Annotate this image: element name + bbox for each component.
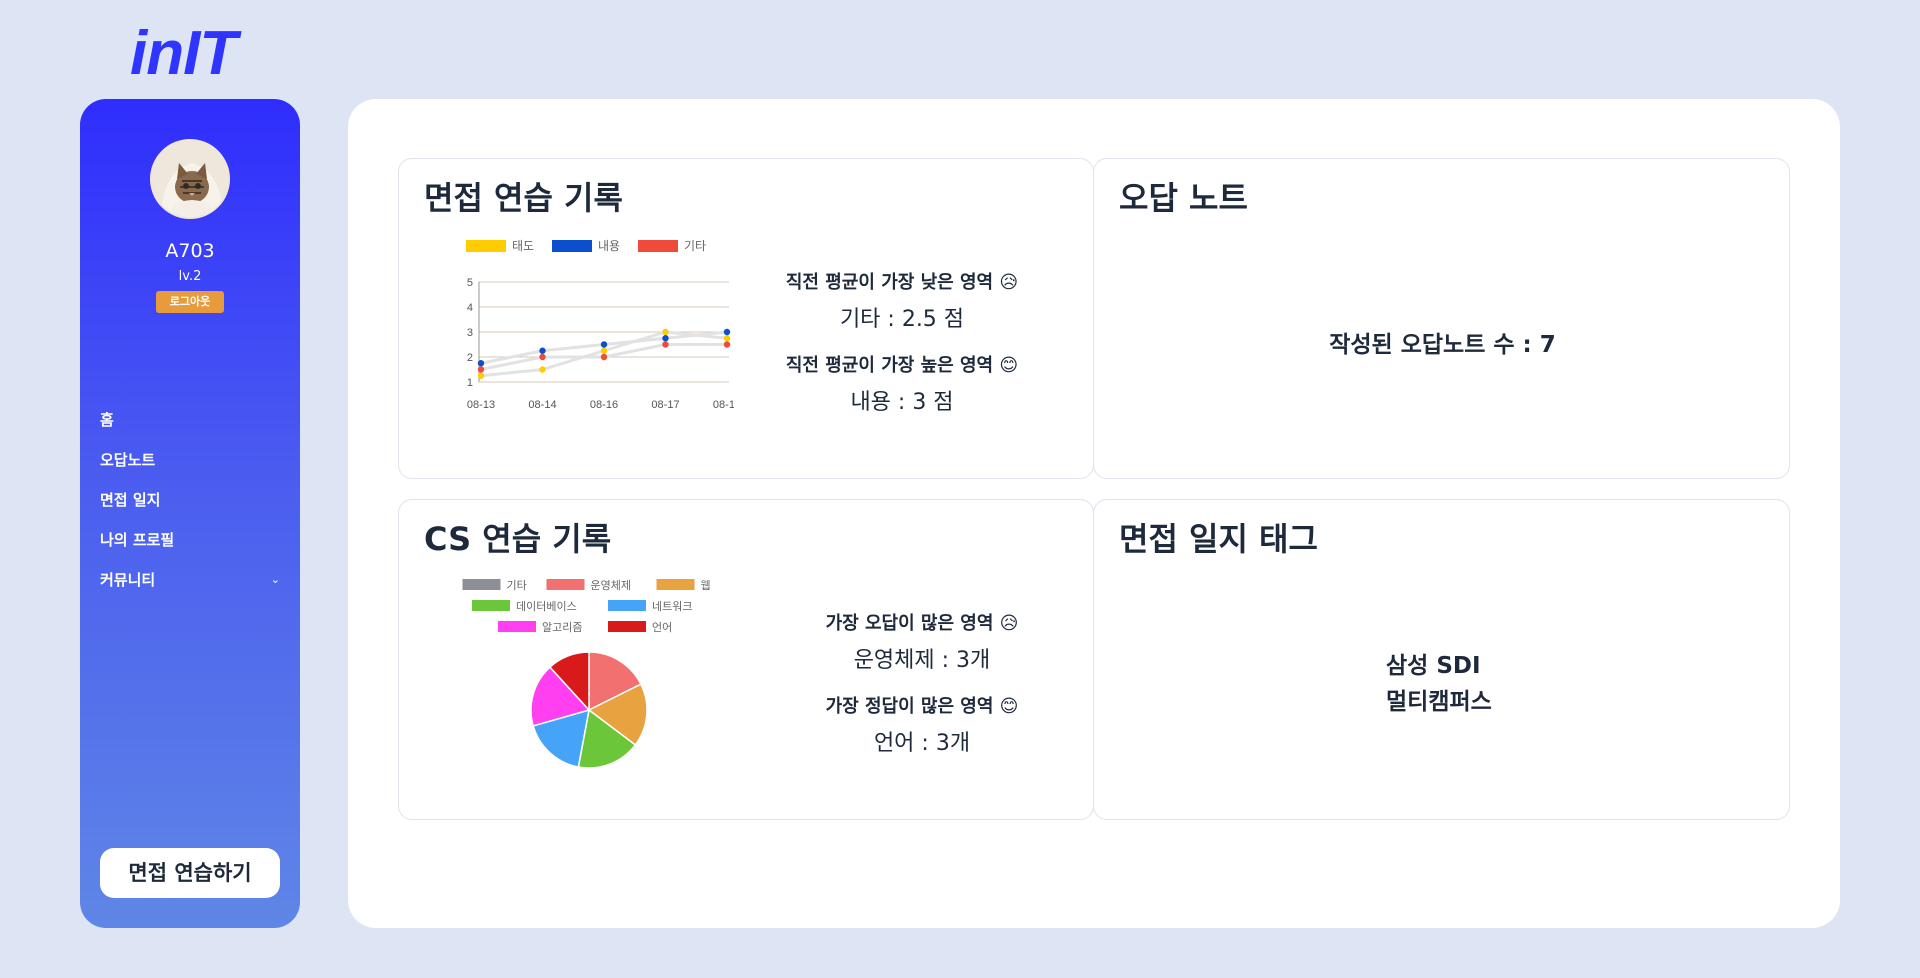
x-tick-label: 08-19 [713, 399, 734, 411]
x-tick-label: 08-13 [467, 399, 495, 411]
cat-avatar-image [152, 141, 228, 217]
data-point [662, 328, 669, 336]
data-point [539, 366, 546, 373]
most-right-area-label: 가장 정답이 많은 영역 😊 [825, 696, 1019, 717]
legend-label: 알고리즘 [542, 620, 582, 634]
legend-swatch [608, 621, 646, 632]
data-point [723, 341, 731, 348]
legend-swatch [498, 621, 536, 632]
legend-label: 웹 [701, 579, 711, 592]
highest-area-label: 직전 평균이 가장 높은 영역 😊 [785, 355, 1019, 376]
lowest-area-value: 기타 : 2.5 점 [839, 307, 965, 332]
most-wrong-area-value: 운영체제 : 3개 [853, 648, 991, 673]
tag-item[interactable]: 삼성 SDI [1386, 646, 1481, 680]
nav-item-label: 홈 [100, 410, 114, 429]
sidebar: A703 lv.2 로그아웃 홈 오답노트 면접 일지 나의 프로필 커뮤니티 … [80, 99, 300, 928]
start-interview-practice-button[interactable]: 면접 연습하기 [100, 848, 280, 898]
wrong-notes-count: 작성된 오답노트 수 : 7 [1329, 332, 1556, 358]
data-point [600, 341, 608, 348]
nav-item-community[interactable]: 커뮤니티 ⌄ [100, 559, 280, 599]
cs-category-pie-chart: 기타 운영체제 웹데이터베이스 네트워크알고리즘 언어 [462, 579, 711, 769]
data-point [662, 341, 669, 348]
data-point [723, 328, 731, 336]
nav-item-label: 오답노트 [100, 450, 156, 469]
legend-label: 운영체제 [591, 579, 631, 592]
username: A703 [165, 240, 215, 262]
x-tick-label: 08-14 [528, 399, 556, 411]
data-point [539, 353, 546, 361]
y-tick-label: 3 [467, 327, 473, 339]
user-level: lv.2 [178, 269, 202, 284]
wrong-notes-card[interactable]: 오답 노트 작성된 오답노트 수 : 7 [1093, 158, 1790, 479]
legend-label: 내용 [598, 239, 620, 253]
tag-item[interactable]: 멀티캠퍼스 [1386, 682, 1492, 716]
avatar[interactable] [150, 139, 230, 219]
data-point [477, 372, 485, 379]
interview-score-line-chart: 태도 내용 기타 1 2 3 4 5 08-13 08-14 08-16 08-17 08-19 [466, 239, 734, 411]
most-wrong-area-label: 가장 오답이 많은 영역 😥 [825, 613, 1019, 634]
legend-label: 기타 [507, 579, 527, 592]
x-tick-label: 08-17 [651, 399, 679, 411]
logout-button[interactable]: 로그아웃 [156, 291, 224, 313]
nav-item-label: 면접 일지 [100, 490, 161, 509]
chevron-down-icon[interactable]: ⌄ [271, 573, 280, 586]
legend-swatch [638, 240, 678, 252]
legend-swatch [608, 600, 646, 611]
data-point [477, 366, 485, 373]
interview-practice-card[interactable]: 면접 연습 기록 태도 내용 기타 1 2 3 4 5 08-13 08-14 08-16 08-17… [398, 158, 1094, 479]
data-point [662, 335, 669, 342]
data-point [477, 360, 485, 367]
legend-label: 기타 [684, 239, 706, 253]
interview-log-tags-card[interactable]: 면접 일지 태그 삼성 SDI 멀티캠퍼스 [1093, 499, 1790, 820]
card-title: 오답 노트 [1119, 179, 1248, 217]
dashboard: 면접 연습 기록 태도 내용 기타 1 2 3 4 5 08-13 08-14 08-16 08-17… [348, 99, 1840, 928]
legend-swatch [546, 579, 585, 590]
most-right-area-value: 언어 : 3개 [873, 731, 971, 756]
y-tick-label: 2 [467, 352, 473, 364]
nav-item-my-profile[interactable]: 나의 프로필 [100, 519, 280, 559]
x-tick-label: 08-16 [590, 399, 618, 411]
data-point [539, 347, 546, 354]
legend-swatch [656, 579, 695, 590]
data-point [600, 353, 608, 361]
nav-item-wrong-notes[interactable]: 오답노트 [100, 439, 280, 479]
legend-swatch [466, 240, 506, 252]
legend-label: 언어 [652, 621, 672, 634]
app-logo[interactable]: inIT [130, 18, 237, 89]
sidebar-nav: 홈 오답노트 면접 일지 나의 프로필 커뮤니티 ⌄ [100, 399, 280, 599]
card-title: 면접 일지 태그 [1119, 520, 1318, 558]
y-tick-label: 5 [467, 277, 473, 289]
nav-item-interview-log[interactable]: 면접 일지 [100, 479, 280, 519]
legend-label: 네트워크 [652, 600, 692, 613]
legend-label: 데이터베이스 [516, 600, 577, 613]
cs-practice-card[interactable]: CS 연습 기록 기타 운영체제 웹데이터베이스 네트워크알고리즘 언어 가장 오답이 … [398, 499, 1094, 820]
legend-swatch [472, 600, 510, 611]
nav-item-label: 커뮤니티 [100, 570, 156, 589]
y-tick-label: 1 [467, 377, 473, 389]
y-tick-label: 4 [467, 302, 473, 314]
card-title: CS 연습 기록 [424, 520, 612, 558]
nav-item-label: 나의 프로필 [100, 530, 175, 549]
highest-area-value: 내용 : 3 점 [850, 390, 954, 415]
legend-label: 태도 [512, 239, 534, 253]
nav-item-home[interactable]: 홈 [100, 399, 280, 439]
data-point [600, 347, 608, 354]
data-point [723, 335, 731, 342]
legend-swatch [552, 240, 592, 252]
lowest-area-label: 직전 평균이 가장 낮은 영역 😥 [785, 272, 1019, 293]
card-title: 면접 연습 기록 [424, 179, 623, 217]
legend-swatch [462, 579, 501, 590]
